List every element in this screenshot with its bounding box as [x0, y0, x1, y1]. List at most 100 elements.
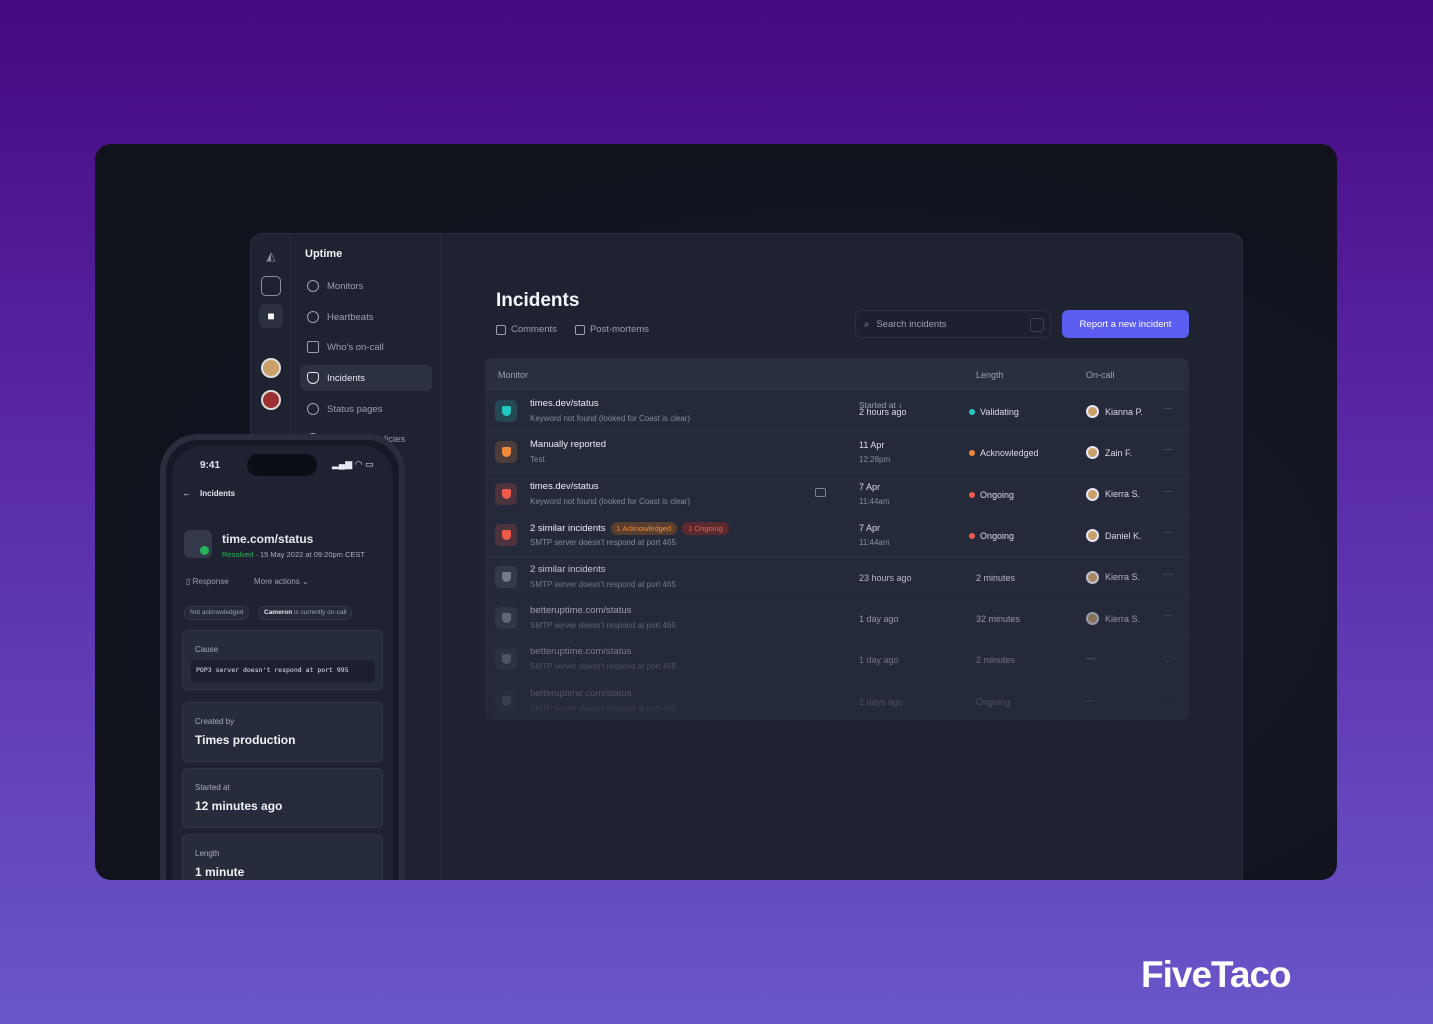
- status-time: 9:41: [200, 460, 221, 471]
- uptime-app-icon[interactable]: ■: [259, 304, 283, 328]
- search-input[interactable]: ⌕ Search incidents: [855, 310, 1051, 338]
- broadcast-icon: [307, 403, 319, 415]
- table-row[interactable]: betteruptime.com/status SMTP server doesn…: [485, 638, 1189, 679]
- more-options-icon[interactable]: ···: [1163, 693, 1173, 704]
- incident-status: Ongoing: [980, 531, 1015, 542]
- response-label: Response: [192, 577, 229, 586]
- monitor-description: SMTP server doesn't respond at port 465: [530, 538, 676, 548]
- column-monitor[interactable]: Monitor: [498, 370, 528, 380]
- card-label: Created by: [195, 717, 235, 726]
- tabs: Comments Post-mortems: [496, 324, 649, 335]
- shield-icon: [495, 648, 517, 671]
- monitor-description: Keyword not found (looked for Coast is c…: [530, 414, 691, 423]
- sidebar-item-monitors[interactable]: Monitors: [300, 273, 432, 299]
- more-actions-button[interactable]: More actions ⌄: [254, 577, 309, 586]
- on-call-person: Kierra S.: [1105, 572, 1141, 583]
- monitor-name[interactable]: betteruptime.com/status: [530, 688, 631, 699]
- report-incident-button[interactable]: Report a new incident: [1062, 310, 1189, 338]
- avatar: [1086, 446, 1099, 460]
- card-label: Cause: [195, 645, 219, 654]
- more-options-icon[interactable]: ···: [1163, 569, 1173, 580]
- started-date: 23 hours ago: [859, 572, 912, 583]
- fivetaco-logo: FiveTaco: [1141, 954, 1292, 995]
- shield-check-icon: [184, 530, 212, 558]
- shield-icon: [495, 607, 517, 629]
- table-row[interactable]: 2 similar incidents 1 Acknowledged 1 Ongoi…: [485, 514, 1189, 555]
- sidebar-item-status-pages[interactable]: Status pages: [300, 396, 432, 422]
- tab-label: Comments: [511, 324, 557, 335]
- shield-icon: [495, 565, 517, 588]
- table-row[interactable]: times.dev/status Keyword not found (looke…: [485, 390, 1189, 431]
- table-row[interactable]: betteruptime.com/status SMTP server doesn…: [485, 679, 1189, 720]
- sidebar-item-incidents[interactable]: Incidents: [300, 365, 432, 391]
- length-card: Length 1 minute: [182, 834, 383, 880]
- monitor-name[interactable]: times.dev/status: [530, 481, 599, 492]
- incident-status: Validating: [980, 407, 1019, 417]
- column-on-call[interactable]: On-call: [1086, 370, 1115, 380]
- shield-icon: [307, 372, 319, 384]
- more-options-icon[interactable]: ···: [1163, 403, 1173, 414]
- back-link[interactable]: Incidents: [200, 489, 235, 498]
- tab-comments[interactable]: Comments: [496, 324, 557, 335]
- started-time: 12:28pm: [859, 455, 891, 465]
- status-badge: 1 Ongoing: [682, 522, 729, 536]
- on-call-name: Cameron: [264, 609, 293, 616]
- more-options-icon[interactable]: ···: [1163, 527, 1173, 538]
- avatar: [1086, 405, 1099, 418]
- logo-icon: ◭: [266, 249, 276, 263]
- incident-status: 2 minutes: [976, 655, 1016, 666]
- monitor-name[interactable]: betteruptime.com/status: [530, 605, 631, 616]
- document-icon: [574, 324, 585, 335]
- status-dot: [969, 409, 975, 415]
- monitor-description: SMTP server doesn't respond at port 465: [530, 621, 676, 630]
- card-value: Times production: [195, 733, 296, 747]
- incident-status: 32 minutes: [976, 614, 1021, 624]
- monitor-name[interactable]: betteruptime.com/status: [530, 646, 631, 657]
- started-date: 2 days ago: [859, 696, 904, 707]
- dynamic-island: [247, 454, 317, 476]
- card-value: 12 minutes ago: [195, 799, 283, 813]
- monitor-name[interactable]: times.dev/status: [530, 398, 599, 409]
- monitor-description: SMTP server doesn't respond at port 465: [530, 579, 676, 589]
- table-row[interactable]: times.dev/status Keyword not found (looke…: [485, 472, 1189, 514]
- sidebar-item-heartbeats[interactable]: Heartbeats: [300, 304, 432, 330]
- column-started-at[interactable]: Started at ↓: [859, 400, 902, 410]
- avatar: [1086, 570, 1099, 584]
- not-acknowledged-chip: Not acknowledged: [184, 606, 250, 620]
- incident-status: Ongoing: [976, 696, 1011, 707]
- phone-mockup: 9:41 ▂▄▆ ◠ ▭ ← Incidents time.com/status…: [160, 434, 405, 880]
- sidebar-item-on-call[interactable]: Who's on-call: [300, 334, 432, 360]
- monitor-description: Keyword not found (looked for Coast is c…: [530, 496, 691, 506]
- back-icon[interactable]: ←: [182, 488, 191, 498]
- table-row[interactable]: Manually reported Test 11 Apr 12:28pm Acknow…: [485, 431, 1189, 472]
- monitor-name[interactable]: 2 similar incidents: [530, 564, 606, 575]
- avatar: [1086, 529, 1099, 543]
- incident-status: Ongoing: [980, 489, 1015, 500]
- table-row[interactable]: 2 similar incidents SMTP server doesn't r…: [485, 555, 1189, 597]
- cause-card: Cause POP3 server doesn't respond at port…: [182, 630, 383, 690]
- more-options-icon[interactable]: ···: [1163, 651, 1173, 662]
- avatar[interactable]: [261, 390, 281, 410]
- column-length[interactable]: Length: [976, 370, 1004, 380]
- card-label: Started at: [195, 783, 230, 792]
- started-date: 11 Apr: [859, 440, 885, 451]
- more-actions-label: More actions: [254, 577, 300, 586]
- monitor-name[interactable]: Manually reported: [530, 439, 606, 450]
- inbox-icon[interactable]: [261, 276, 281, 296]
- status-badge: 1 Acknowledged: [610, 522, 678, 536]
- comment-icon[interactable]: [815, 487, 826, 497]
- status-dot: [969, 491, 975, 498]
- on-call-person: Kianna P.: [1105, 406, 1143, 417]
- tab-post-mortems[interactable]: Post-mortems: [574, 324, 649, 335]
- on-call-chip: Cameron is currently on-call: [258, 606, 353, 620]
- globe-icon: [307, 280, 319, 292]
- avatar: [1086, 487, 1099, 501]
- more-options-icon[interactable]: ···: [1163, 486, 1173, 497]
- app-title: Uptime: [305, 248, 343, 260]
- avatar[interactable]: [261, 358, 281, 378]
- more-options-icon[interactable]: ···: [1163, 610, 1173, 621]
- monitor-name[interactable]: 2 similar incidents: [530, 523, 606, 534]
- more-options-icon[interactable]: ···: [1163, 444, 1173, 455]
- table-row[interactable]: betteruptime.com/status SMTP server doesn…: [485, 597, 1189, 638]
- response-button[interactable]: ▯ Response: [186, 577, 229, 586]
